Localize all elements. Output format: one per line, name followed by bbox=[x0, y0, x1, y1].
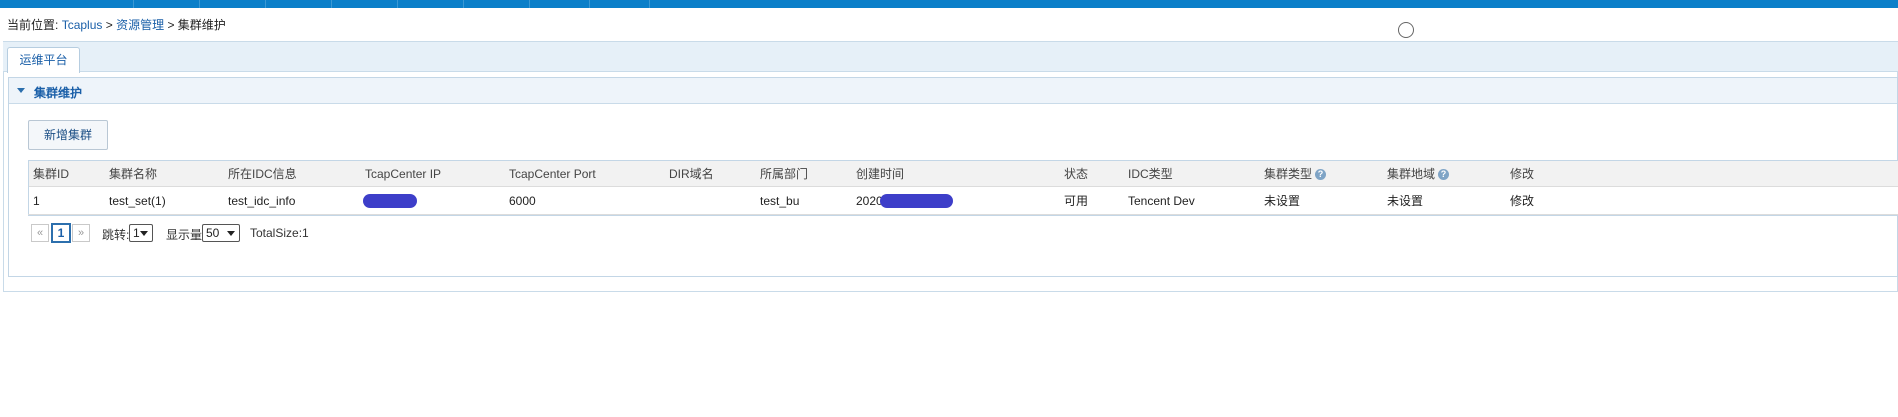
prev-page-button[interactable]: « bbox=[31, 224, 49, 242]
cell-id: 1 bbox=[33, 194, 40, 208]
current-page[interactable]: 1 bbox=[51, 223, 71, 243]
nav-divider bbox=[589, 0, 590, 8]
col-header-id: 集群ID bbox=[33, 167, 70, 181]
add-cluster-button[interactable]: 新增集群 bbox=[28, 120, 108, 150]
breadcrumb-current: 集群维护 bbox=[177, 18, 226, 32]
collapse-caret-icon[interactable] bbox=[17, 88, 25, 93]
col-header-dept: 所属部门 bbox=[760, 167, 809, 181]
col-header-cluster-type-label: 集群类型 bbox=[1264, 167, 1313, 181]
nav-divider bbox=[649, 0, 650, 8]
tab-bar: 运维平台 bbox=[3, 41, 1898, 73]
breadcrumb-prefix: 当前位置: bbox=[7, 18, 59, 32]
next-page-button[interactable]: » bbox=[72, 224, 90, 242]
breadcrumb-separator: > bbox=[105, 18, 113, 32]
cell-idc: test_idc_info bbox=[228, 194, 296, 208]
tab-ops-platform[interactable]: 运维平台 bbox=[7, 47, 80, 73]
help-icon[interactable]: ? bbox=[1438, 169, 1450, 181]
cursor-circle-icon bbox=[1398, 22, 1414, 38]
pagination: « 1 » 跳转: 1 显示量: 50 TotalSize:1 bbox=[28, 214, 1898, 250]
col-header-status: 状态 bbox=[1064, 167, 1089, 181]
page-size-value: 50 bbox=[206, 226, 220, 240]
col-header-port: TcapCenter Port bbox=[509, 167, 596, 181]
panel-header[interactable]: 集群维护 bbox=[9, 78, 1897, 104]
chevron-down-icon bbox=[227, 231, 235, 236]
cell-cluster-type: 未设置 bbox=[1264, 194, 1301, 208]
jump-value: 1 bbox=[133, 226, 140, 240]
top-nav-bar bbox=[0, 0, 1898, 8]
nav-divider bbox=[529, 0, 530, 8]
edit-link[interactable]: 修改 bbox=[1510, 187, 1534, 215]
table-row: 1 test_set(1) test_idc_info 6000 test_bu… bbox=[29, 187, 1898, 215]
breadcrumb-link-tcaplus[interactable]: Tcaplus bbox=[62, 18, 103, 32]
col-header-idc-type: IDC类型 bbox=[1128, 167, 1173, 181]
nav-divider bbox=[463, 0, 464, 8]
jump-select[interactable]: 1 bbox=[129, 224, 153, 242]
nav-divider bbox=[331, 0, 332, 8]
col-header-region-label: 集群地域 bbox=[1387, 167, 1436, 181]
panel-title: 集群维护 bbox=[34, 86, 83, 100]
cell-region: 未设置 bbox=[1387, 194, 1424, 208]
col-header-cluster-type: 集群类型? bbox=[1264, 161, 1327, 187]
breadcrumb-separator: > bbox=[167, 18, 175, 32]
cell-idc-type: Tencent Dev bbox=[1128, 194, 1195, 208]
jump-label: 跳转: bbox=[102, 228, 130, 242]
page-size-select[interactable]: 50 bbox=[202, 224, 240, 242]
total-size: TotalSize:1 bbox=[250, 226, 309, 240]
table-header: 集群ID 集群名称 所在IDC信息 TcapCenter IP TcapCent… bbox=[29, 161, 1898, 187]
redacted-ip bbox=[363, 194, 417, 208]
nav-divider bbox=[265, 0, 266, 8]
col-header-created: 创建时间 bbox=[856, 167, 905, 181]
redacted-created-time bbox=[880, 194, 953, 208]
breadcrumb-link-resource[interactable]: 资源管理 bbox=[116, 18, 164, 32]
cell-name: test_set(1) bbox=[109, 194, 166, 208]
col-header-edit: 修改 bbox=[1510, 167, 1535, 181]
chevron-down-icon bbox=[140, 231, 148, 236]
page-size-label: 显示量: bbox=[166, 228, 206, 242]
col-header-region: 集群地域? bbox=[1387, 161, 1450, 187]
cell-dept: test_bu bbox=[760, 194, 800, 208]
help-icon[interactable]: ? bbox=[1315, 169, 1327, 181]
cluster-table: 集群ID 集群名称 所在IDC信息 TcapCenter IP TcapCent… bbox=[28, 160, 1898, 216]
nav-divider bbox=[199, 0, 200, 8]
cell-port: 6000 bbox=[509, 194, 536, 208]
col-header-ip: TcapCenter IP bbox=[365, 167, 442, 181]
col-header-name: 集群名称 bbox=[109, 167, 158, 181]
col-header-idc: 所在IDC信息 bbox=[228, 167, 297, 181]
nav-divider bbox=[397, 0, 398, 8]
breadcrumb: 当前位置: Tcaplus > 资源管理 > 集群维护 bbox=[7, 16, 226, 33]
cluster-panel: 集群维护 新增集群 集群ID 集群名称 所在IDC信息 TcapCenter I… bbox=[8, 77, 1898, 277]
col-header-dir: DIR域名 bbox=[669, 167, 714, 181]
nav-divider bbox=[133, 0, 134, 8]
cell-status: 可用 bbox=[1064, 194, 1089, 208]
